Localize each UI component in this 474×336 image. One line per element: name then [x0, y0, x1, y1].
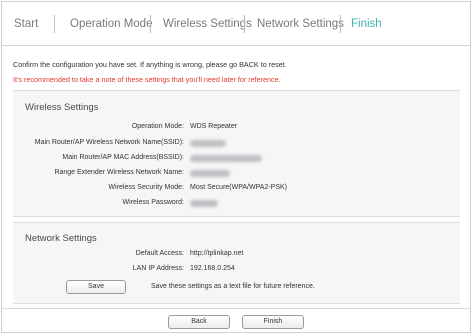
lan-ip-value: 192.168.0.254 — [190, 265, 235, 272]
back-button[interactable]: Back — [168, 315, 230, 329]
tab-divider — [150, 15, 151, 33]
tab-operation-mode[interactable]: Operation Mode — [70, 18, 152, 30]
main-bssid-row: Main Router/AP MAC Address(BSSID): — [13, 154, 460, 166]
security-mode-value: Most Secure(WPA/WPA2-PSK) — [190, 184, 287, 191]
wireless-password-label: Wireless Password: — [122, 199, 184, 206]
extender-ssid-row: Range Extender Wireless Network Name: — [13, 169, 460, 181]
wizard-frame: Start Operation Mode Wireless Settings N… — [1, 1, 471, 333]
default-access-row: Default Access: http://tplinkap.net — [13, 250, 460, 262]
operation-mode-row: Operation Mode: WDS Repeater — [13, 123, 460, 135]
wireless-settings-panel: Wireless Settings Operation Mode: WDS Re… — [13, 90, 460, 217]
wireless-password-row: Wireless Password: — [13, 199, 460, 211]
lan-ip-row: LAN IP Address: 192.168.0.254 — [13, 265, 460, 277]
network-settings-panel: Network Settings Default Access: http://… — [13, 222, 460, 304]
main-ssid-redacted — [190, 140, 226, 147]
wizard-tabs: Start Operation Mode Wireless Settings N… — [2, 2, 470, 46]
tab-divider — [54, 15, 55, 33]
main-ssid-row: Main Router/AP Wireless Network Name(SSI… — [13, 139, 460, 151]
default-access-value[interactable]: http://tplinkap.net — [190, 250, 243, 257]
footer-divider — [2, 308, 470, 309]
security-mode-row: Wireless Security Mode: Most Secure(WPA/… — [13, 184, 460, 196]
save-hint: Save these settings as a text file for f… — [151, 283, 315, 290]
main-bssid-redacted — [190, 155, 262, 162]
tab-divider — [340, 15, 341, 33]
tab-divider — [244, 15, 245, 33]
extender-ssid-label: Range Extender Wireless Network Name: — [54, 169, 184, 176]
default-access-label: Default Access: — [135, 250, 184, 257]
extender-ssid-redacted — [190, 170, 230, 177]
warning-message: It's recommended to take a note of these… — [13, 75, 281, 84]
finish-button[interactable]: Finish — [242, 315, 304, 329]
lan-ip-label: LAN IP Address: — [132, 265, 184, 272]
main-ssid-label: Main Router/AP Wireless Network Name(SSI… — [34, 139, 184, 146]
wireless-password-redacted — [190, 200, 218, 207]
main-bssid-label: Main Router/AP MAC Address(BSSID): — [62, 154, 184, 161]
wireless-settings-title: Wireless Settings — [25, 102, 99, 113]
tab-wireless-settings[interactable]: Wireless Settings — [163, 18, 252, 30]
security-mode-label: Wireless Security Mode: — [108, 184, 184, 191]
confirm-message: Confirm the configuration you have set. … — [13, 60, 287, 69]
tab-start[interactable]: Start — [14, 18, 38, 30]
operation-mode-label: Operation Mode: — [131, 123, 184, 130]
operation-mode-value: WDS Repeater — [190, 123, 238, 130]
save-button[interactable]: Save — [66, 280, 126, 294]
tab-finish[interactable]: Finish — [351, 18, 382, 30]
network-settings-title: Network Settings — [25, 233, 97, 244]
tab-network-settings[interactable]: Network Settings — [257, 18, 344, 30]
